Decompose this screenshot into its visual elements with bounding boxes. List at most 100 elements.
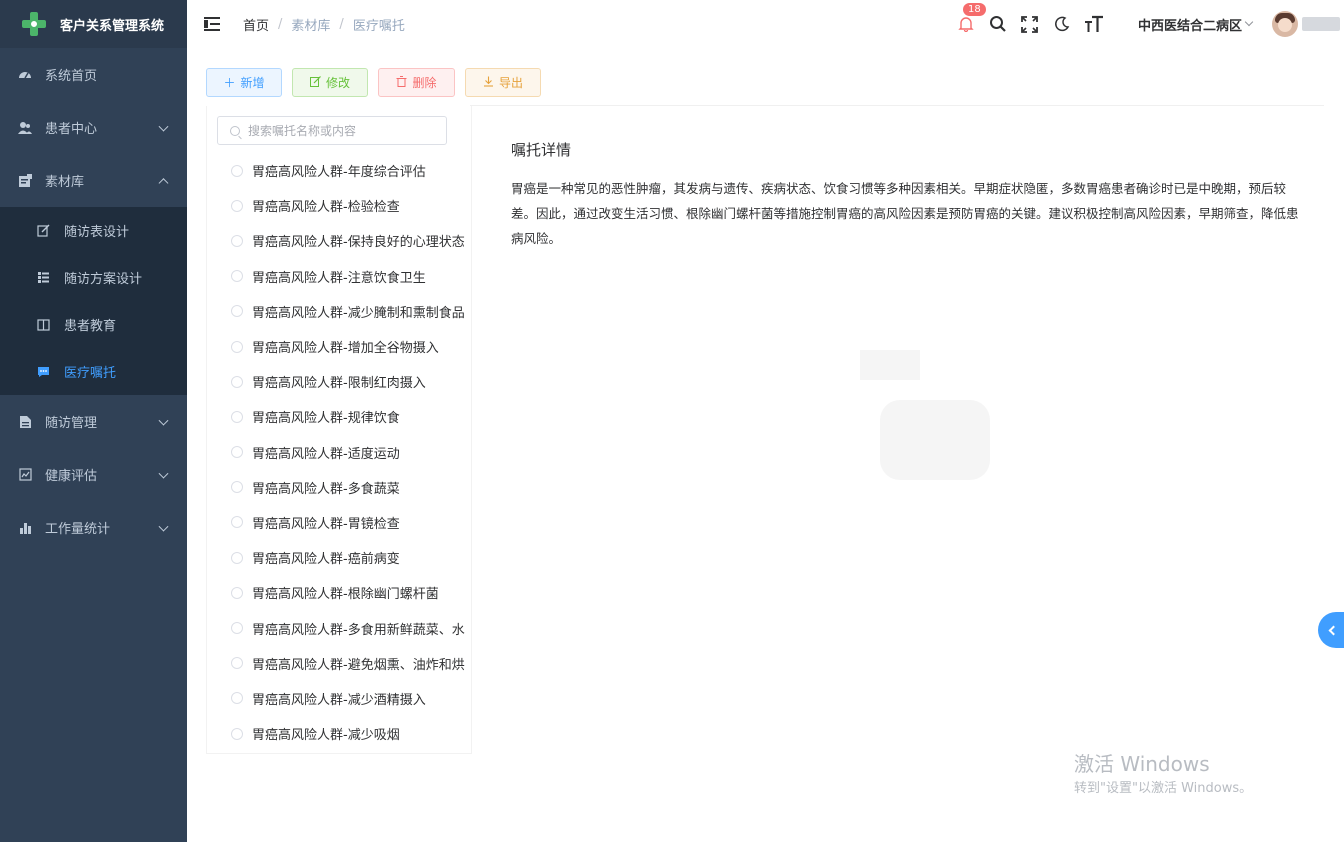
search-field[interactable] <box>217 116 447 145</box>
windows-activation-watermark-title: 激活 Windows <box>1074 752 1210 776</box>
breadcrumb: 首页 / 素材库 / 医疗嘱托 <box>243 15 405 34</box>
list-item-label: 胃癌高风险人群-减少酒精摄入 <box>252 692 426 708</box>
sidebar-menu-lower: 随访管理 健康评估 工作量统计 <box>0 395 187 554</box>
sidebar-item-workload-stats[interactable]: 工作量统计 <box>0 501 187 554</box>
sidebar-item-home[interactable]: 系统首页 <box>0 48 187 101</box>
list-item[interactable]: 胃癌高风险人群-减少吸烟 <box>207 716 471 751</box>
radio-circle-icon[interactable] <box>231 199 243 212</box>
list-item[interactable]: 胃癌高风险人群-年度综合评估 <box>207 153 471 188</box>
font-size-icon[interactable] <box>1084 14 1104 34</box>
radio-circle-icon[interactable] <box>231 657 243 670</box>
list-item[interactable]: 胃癌高风险人群-胃镜检查 <box>207 505 471 540</box>
sidebar-item-label: 患者教育 <box>64 319 117 334</box>
list-item-label: 胃癌高风险人群-规律饮食 <box>252 411 400 427</box>
chevron-down-icon <box>158 121 169 132</box>
list-item-label: 胃癌高风险人群-根除幽门螺杆菌 <box>252 587 439 603</box>
list-item[interactable]: 胃癌高风险人群-多食蔬菜 <box>207 470 471 505</box>
windows-activation-watermark-subtitle: 转到"设置"以激活 Windows。 <box>1074 781 1253 796</box>
top-header: 首页 / 素材库 / 医疗嘱托 18 中西医结合二病区 <box>187 0 1344 48</box>
list-item[interactable]: 胃癌高风险人群-减少腌制和熏制食品 <box>207 294 471 329</box>
edit-button[interactable]: 修改 <box>292 68 368 97</box>
sidebar-item-library[interactable]: 素材库 <box>0 154 187 207</box>
medical-cross-logo-icon <box>22 12 46 36</box>
ward-selector[interactable]: 中西医结合二病区 <box>1138 15 1242 34</box>
list-item-label: 胃癌高风险人群-多食蔬菜 <box>252 481 400 497</box>
breadcrumb-home[interactable]: 首页 <box>243 15 269 34</box>
sidebar-item-patients[interactable]: 患者中心 <box>0 101 187 154</box>
list-item[interactable]: 胃癌高风险人群-保持良好的心理状态 <box>207 223 471 258</box>
sidebar-item-followup-plan[interactable]: 随访方案设计 <box>0 254 187 301</box>
sidebar: 客户关系管理系统 系统首页 患者中心 素材库 随访表设计 随访方案设计 患者教育… <box>0 0 187 842</box>
notification-count-badge: 18 <box>961 2 987 17</box>
sidebar-item-medical-advice[interactable]: 医疗嘱托 <box>0 348 187 395</box>
radio-circle-icon[interactable] <box>231 516 243 529</box>
list-item-label: 胃癌高风险人群-注意饮食卫生 <box>252 270 426 286</box>
download-icon <box>483 76 494 90</box>
notification-bell-icon[interactable]: 18 <box>956 2 987 34</box>
list-item[interactable]: 胃癌高风险人群-规律饮食 <box>207 399 471 434</box>
radio-circle-icon[interactable] <box>231 692 243 705</box>
radio-circle-icon[interactable] <box>231 234 243 247</box>
list-item[interactable]: 胃癌高风险人群-限制红肉摄入 <box>207 364 471 399</box>
list-item[interactable]: 胃癌高风险人群-避免烟熏、油炸和烘烤食物 <box>207 646 471 681</box>
user-name-redacted[interactable] <box>1302 17 1340 31</box>
list-item[interactable]: 胃癌高风险人群-癌前病变 <box>207 540 471 575</box>
collapse-panel-handle[interactable] <box>1318 612 1344 648</box>
add-button-label: 新增 <box>240 76 265 90</box>
sidebar-item-label: 系统首页 <box>45 69 98 84</box>
add-button[interactable]: ＋ 新增 <box>206 68 282 97</box>
radio-circle-icon[interactable] <box>231 305 243 318</box>
sidebar-item-label: 患者中心 <box>45 122 98 137</box>
detail-content: 胃癌是一种常见的恶性肿瘤，其发病与遗传、疾病状态、饮食习惯等多种因素相关。早期症… <box>511 181 1299 246</box>
radio-circle-icon[interactable] <box>231 551 243 564</box>
list-item[interactable]: 胃癌高风险人群-多食用新鲜蔬菜、水果 <box>207 610 471 645</box>
radio-circle-icon[interactable] <box>231 410 243 423</box>
library-icon <box>18 173 32 188</box>
radio-circle-icon[interactable] <box>231 375 243 388</box>
sidebar-item-health-assessment[interactable]: 健康评估 <box>0 448 187 501</box>
radio-circle-icon[interactable] <box>231 446 243 459</box>
radio-circle-icon[interactable] <box>231 622 243 635</box>
breadcrumb-current: 医疗嘱托 <box>352 18 405 34</box>
edit-icon <box>309 75 321 90</box>
edit-icon <box>36 224 50 238</box>
chevron-down-icon[interactable] <box>1244 17 1254 27</box>
sidebar-item-label: 随访表设计 <box>64 225 130 240</box>
radio-circle-icon[interactable] <box>231 481 243 494</box>
logo-bar[interactable]: 客户关系管理系统 <box>0 0 187 48</box>
list-item[interactable]: 胃癌高风险人群-检验检查 <box>207 188 471 223</box>
advice-list: 胃癌高风险人群-年度综合评估 胃癌高风险人群-检验检查 胃癌高风险人群-保持良好的心… <box>207 153 471 751</box>
radio-circle-icon[interactable] <box>231 164 243 177</box>
list-item[interactable]: 胃癌高风险人群-根除幽门螺杆菌 <box>207 575 471 610</box>
sidebar-item-label: 随访管理 <box>45 416 98 431</box>
sidebar-menu: 系统首页 患者中心 素材库 <box>0 48 187 207</box>
breadcrumb-separator: / <box>339 16 344 32</box>
list-item[interactable]: 胃癌高风险人群-减少酒精摄入 <box>207 681 471 716</box>
sidebar-item-followup-management[interactable]: 随访管理 <box>0 395 187 448</box>
list-item[interactable]: 胃癌高风险人群-注意饮食卫生 <box>207 259 471 294</box>
chevron-down-icon <box>158 468 169 479</box>
breadcrumb-separator: / <box>278 16 283 32</box>
action-toolbar: ＋ 新增 修改 删除 导出 <box>206 68 541 97</box>
delete-button[interactable]: 删除 <box>378 68 455 97</box>
sidebar-item-label: 工作量统计 <box>45 522 111 537</box>
list-item[interactable]: 胃癌高风险人群-适度运动 <box>207 435 471 470</box>
sidebar-item-followup-form[interactable]: 随访表设计 <box>0 207 187 254</box>
search-icon[interactable] <box>988 14 1008 34</box>
chevron-down-icon <box>158 521 169 532</box>
radio-circle-icon[interactable] <box>231 586 243 599</box>
search-input[interactable] <box>248 123 438 138</box>
radio-circle-icon[interactable] <box>231 270 243 283</box>
radio-circle-icon[interactable] <box>231 727 243 740</box>
menu-toggle-icon[interactable] <box>204 17 222 31</box>
list-item[interactable]: 胃癌高风险人群-增加全谷物摄入 <box>207 329 471 364</box>
fullscreen-icon[interactable] <box>1020 14 1040 34</box>
sidebar-item-label: 素材库 <box>45 175 85 190</box>
dark-mode-moon-icon[interactable] <box>1052 14 1072 34</box>
breadcrumb-library[interactable]: 素材库 <box>291 15 330 34</box>
bar-chart-icon <box>18 521 32 535</box>
user-avatar[interactable] <box>1272 11 1298 37</box>
radio-circle-icon[interactable] <box>231 340 243 353</box>
sidebar-item-patient-education[interactable]: 患者教育 <box>0 301 187 348</box>
export-button[interactable]: 导出 <box>465 68 541 97</box>
